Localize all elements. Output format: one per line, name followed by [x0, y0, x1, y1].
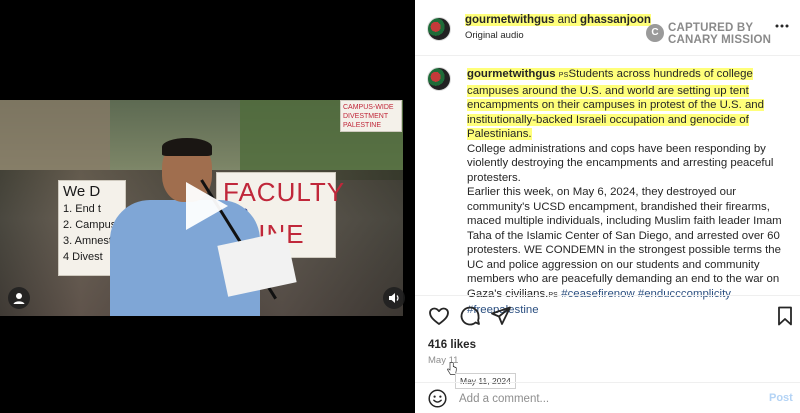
- post-pane: gourmetwithgus and ghassanjoon Original …: [415, 0, 800, 413]
- speaker-hair: [162, 138, 212, 156]
- save-button[interactable]: [773, 304, 797, 328]
- media-pane: CAMPUS-WIDE DIVESTMENT PALESTINE We D 1.…: [0, 0, 415, 413]
- smiley-icon: [428, 389, 447, 408]
- heart-icon: [429, 307, 449, 325]
- caption-paragraph-2: College administrations and cops have be…: [467, 142, 774, 184]
- hashtag-link[interactable]: #ceasefirenow: [561, 288, 634, 300]
- background-building: [0, 100, 110, 170]
- speaker-icon[interactable]: [383, 287, 405, 309]
- canary-mission-logo-icon: C: [646, 24, 664, 42]
- tagged-users-icon: [13, 293, 25, 304]
- protest-sign-divest-text: CAMPUS-WIDE DIVESTMENT PALESTINE: [343, 104, 394, 129]
- caption-username[interactable]: gourmetwithgus: [467, 68, 556, 80]
- author-link-primary[interactable]: gourmetwithgus: [465, 14, 554, 26]
- hashtag-link[interactable]: #enducccomplicity: [638, 288, 731, 300]
- original-audio-link[interactable]: Original audio: [465, 30, 524, 41]
- comment-button[interactable]: [458, 304, 482, 328]
- share-icon: [491, 306, 511, 325]
- emoji-icon[interactable]: [428, 389, 447, 408]
- like-button[interactable]: [427, 304, 451, 328]
- watermark-line-2: CANARY MISSION: [668, 34, 772, 46]
- volume-icon: [389, 293, 399, 303]
- bookmark-icon: [778, 306, 792, 326]
- comment-icon: [460, 306, 480, 326]
- author-link-secondary[interactable]: ghassanjoon: [580, 14, 651, 26]
- share-button[interactable]: [489, 304, 513, 328]
- comment-bar: Post: [415, 382, 800, 413]
- post-actions: [415, 304, 800, 330]
- caption-paragraph-3-text: Earlier this week, on May 6, 2024, they …: [467, 186, 782, 300]
- section-divider: [415, 295, 800, 296]
- protest-sign-divest: CAMPUS-WIDE DIVESTMENT PALESTINE: [340, 100, 402, 132]
- caption-ps-mark: PS: [558, 72, 569, 79]
- ellipsis-icon: [775, 24, 789, 28]
- more-options-icon[interactable]: [774, 18, 790, 34]
- author-joiner: and: [554, 14, 581, 26]
- caption-paragraph-1: gourmetwithgus PSStudents across hundred…: [467, 67, 787, 142]
- watermark-line-1: CAPTURED BY: [668, 22, 754, 34]
- play-icon[interactable]: [186, 182, 228, 230]
- post-comment-button[interactable]: Post: [769, 392, 793, 404]
- watermark-text: CAPTURED BY CANARY MISSION: [668, 22, 778, 46]
- likes-count[interactable]: 416 likes: [428, 339, 476, 351]
- caption-paragraph-3: Earlier this week, on May 6, 2024, they …: [467, 185, 787, 318]
- avatar[interactable]: [427, 17, 451, 41]
- post-authors: gourmetwithgus and ghassanjoon: [465, 14, 651, 26]
- comment-input[interactable]: [459, 390, 719, 408]
- post-header: gourmetwithgus and ghassanjoon Original …: [415, 0, 800, 56]
- caption-avatar[interactable]: [427, 67, 451, 91]
- watermark-stamp: C CAPTURED BY CANARY MISSION: [646, 22, 774, 48]
- instagram-post-view: CAMPUS-WIDE DIVESTMENT PALESTINE We D 1.…: [0, 0, 800, 413]
- user-icon[interactable]: [8, 287, 30, 309]
- post-caption: gourmetwithgus PSStudents across hundred…: [467, 67, 787, 318]
